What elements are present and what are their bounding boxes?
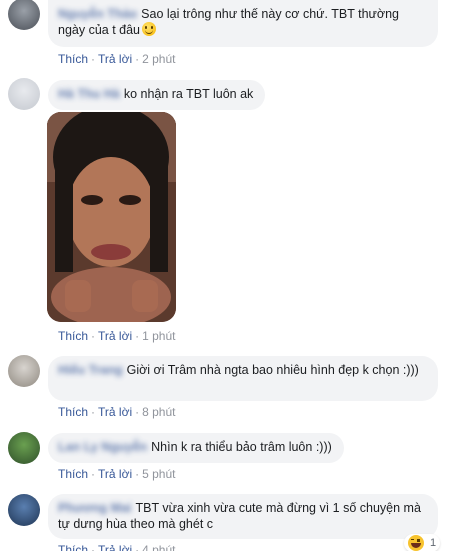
timestamp[interactable]: 4 phút [142, 543, 175, 551]
reaction-count: 1 [430, 537, 437, 549]
like-link[interactable]: Thích [58, 405, 88, 419]
reply-link[interactable]: Trả lời [98, 329, 132, 343]
reply-link[interactable]: Trả lời [98, 543, 132, 551]
comment-bubble: Hiếu Trang Giời ơi Trâm nhà ngta bao nhiê… [48, 356, 438, 401]
comment-bubble: Lan Ly Nguyễn Nhìn k ra thiểu bảo trâm lu… [48, 433, 344, 463]
comment-text: Nhìn k ra thiểu bảo trâm luôn :))) [151, 440, 332, 454]
comment-text: ko nhận ra TBT luôn ak [123, 87, 254, 101]
comment-photo[interactable] [47, 112, 176, 322]
timestamp[interactable]: 1 phút [142, 329, 175, 343]
comment-bubble: Hà Thu Hà ko nhận ra TBT luôn ak [48, 80, 266, 110]
commenter-name[interactable]: Hà Thu Hà [58, 87, 120, 101]
avatar[interactable] [8, 432, 40, 464]
comment-actions: Thích · Trả lời · 8 phút [58, 405, 176, 419]
comment-actions: Thích · Trả lời · 2 phút [58, 52, 176, 66]
like-link[interactable]: Thích [58, 329, 88, 343]
commenter-name[interactable]: Lan Ly Nguyễn [58, 440, 147, 454]
like-link[interactable]: Thích [58, 52, 88, 66]
commenter-name[interactable]: Hiếu Trang [58, 363, 123, 377]
reaction-count-badge[interactable]: 1 [404, 534, 441, 551]
comment-text: Giời ơi Trâm nhà ngta bao nhiêu hình đẹp… [126, 363, 419, 377]
commenter-name[interactable]: Phương Mai [58, 501, 132, 515]
commenter-name[interactable]: Nguyễn Thảo [58, 7, 137, 21]
comment-bubble: Nguyễn Thảo Sao lại trông như thế này cơ … [48, 0, 438, 47]
avatar[interactable] [8, 0, 40, 30]
comment-actions: Thích · Trả lời · 4 phút [58, 543, 175, 551]
comment-actions: Thích · Trả lời · 5 phút [58, 467, 176, 481]
reply-link[interactable]: Trả lời [98, 467, 132, 481]
haha-icon [408, 535, 424, 551]
avatar[interactable] [8, 78, 40, 110]
smiley-emoji-icon [142, 22, 157, 36]
like-link[interactable]: Thích [58, 467, 88, 481]
like-link[interactable]: Thích [58, 543, 88, 551]
comment-actions: Thích · Trả lời · 1 phút [58, 329, 176, 343]
timestamp[interactable]: 5 phút [142, 467, 175, 481]
timestamp[interactable]: 2 phút [142, 52, 175, 66]
reply-link[interactable]: Trả lời [98, 405, 132, 419]
avatar[interactable] [8, 494, 40, 526]
comment-bubble: Phương Mai TBT vừa xinh vừa cute mà đừng … [48, 494, 438, 539]
avatar[interactable] [8, 355, 40, 387]
timestamp[interactable]: 8 phút [142, 405, 175, 419]
reply-link[interactable]: Trả lời [98, 52, 132, 66]
